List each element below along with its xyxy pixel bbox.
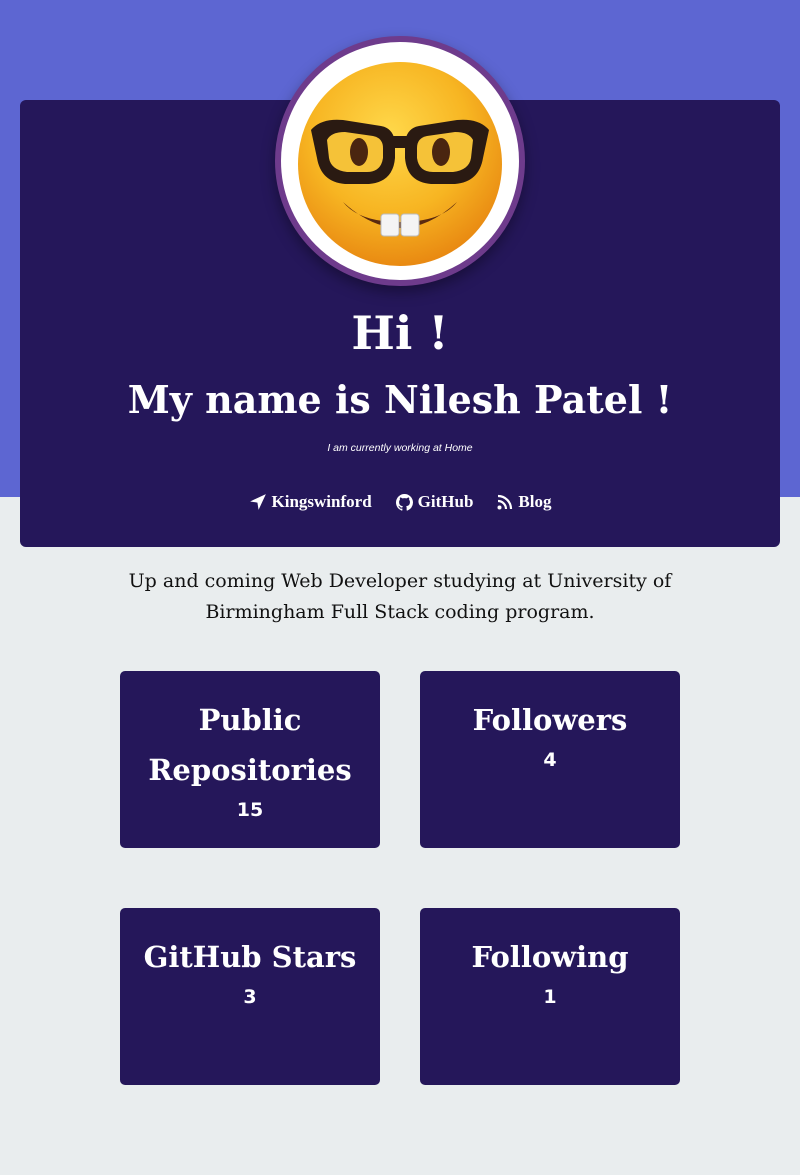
github-icon bbox=[395, 493, 413, 511]
stat-value: 15 bbox=[236, 799, 264, 821]
greeting-heading: Hi ! bbox=[351, 306, 449, 360]
name-heading: My name is Nilesh Patel ! bbox=[127, 377, 673, 422]
avatar bbox=[275, 36, 525, 286]
bio-text: Up and coming Web Developer studying at … bbox=[128, 570, 672, 623]
following-card: Following 1 bbox=[420, 908, 680, 1085]
github-stars-card: GitHub Stars 3 bbox=[120, 908, 380, 1085]
nerd-face-icon bbox=[298, 62, 502, 266]
rss-icon bbox=[497, 494, 513, 510]
stat-title: Following bbox=[471, 940, 629, 974]
location-link[interactable]: Kingswinford bbox=[249, 490, 372, 514]
blog-label: Blog bbox=[518, 492, 552, 511]
stat-value: 1 bbox=[543, 986, 557, 1008]
stat-title: Public Repositories bbox=[148, 703, 352, 787]
location-arrow-icon bbox=[249, 494, 266, 510]
stat-value: 3 bbox=[243, 986, 257, 1008]
location-label: Kingswinford bbox=[271, 492, 372, 511]
github-link[interactable]: GitHub bbox=[395, 490, 474, 514]
followers-card: Followers 4 bbox=[420, 671, 680, 848]
stat-value: 4 bbox=[543, 749, 557, 771]
stat-title: Followers bbox=[472, 703, 628, 737]
blog-link[interactable]: Blog bbox=[497, 490, 551, 514]
stat-title: GitHub Stars bbox=[143, 940, 357, 974]
github-label: GitHub bbox=[417, 492, 474, 511]
work-location-text: I am currently working at Home bbox=[327, 442, 473, 454]
profile-links: Kingswinford GitHub Blog bbox=[0, 490, 800, 514]
public-repositories-card: Public Repositories 15 bbox=[120, 671, 380, 848]
